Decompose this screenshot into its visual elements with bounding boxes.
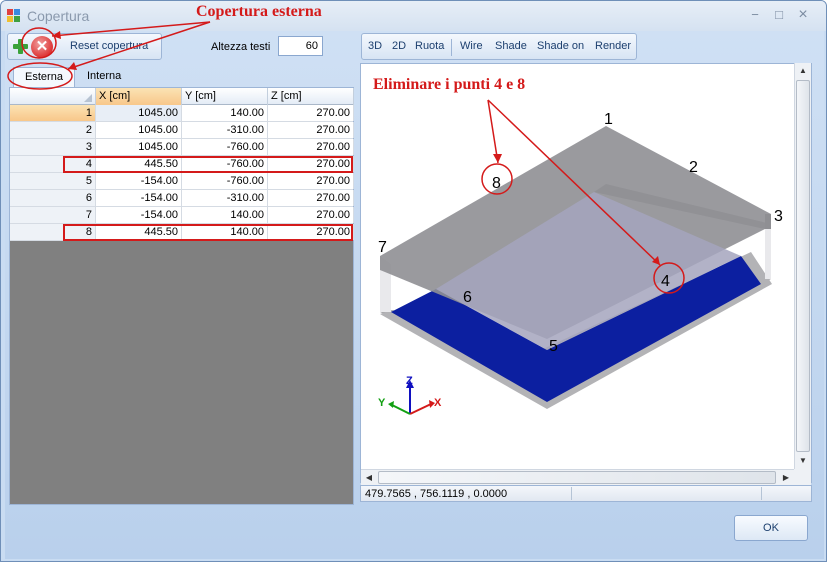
ruota-button[interactable]: Ruota bbox=[415, 40, 444, 52]
row-number-cell[interactable]: 5 bbox=[10, 173, 96, 189]
wire-button[interactable]: Wire bbox=[460, 40, 483, 52]
row-number-cell[interactable]: 2 bbox=[10, 122, 96, 138]
annotation-eliminare-punti: Eliminare i punti 4 e 8 bbox=[373, 76, 526, 93]
grid-header: X [cm] Y [cm] Z [cm] bbox=[10, 88, 354, 105]
altezza-testi-label: Altezza testi bbox=[211, 41, 271, 53]
y-cell[interactable]: -760.00 bbox=[182, 139, 268, 155]
x-cell[interactable]: -154.00 bbox=[96, 207, 182, 223]
row-number-cell[interactable]: 7 bbox=[10, 207, 96, 223]
z-cell[interactable]: 270.00 bbox=[268, 139, 354, 155]
row-number-cell[interactable]: 3 bbox=[10, 139, 96, 155]
row-8-highlight bbox=[63, 224, 353, 241]
status-separator bbox=[761, 487, 762, 500]
vertical-scrollbar[interactable]: ▲ ▼ bbox=[794, 63, 811, 469]
table-row[interactable]: 1 1045.00 140.00 270.00 bbox=[10, 105, 354, 122]
delete-point-icon[interactable]: ✕ bbox=[31, 36, 53, 58]
y-cell[interactable]: -310.00 bbox=[182, 122, 268, 138]
roof-edge bbox=[765, 214, 771, 229]
horizontal-scrollbar[interactable]: ◀ ▶ bbox=[361, 469, 794, 485]
ok-button[interactable]: OK bbox=[734, 515, 808, 541]
app-icon bbox=[7, 9, 21, 23]
add-point-icon[interactable] bbox=[12, 38, 28, 54]
y-cell[interactable]: -310.00 bbox=[182, 190, 268, 206]
column-header-y[interactable]: Y [cm] bbox=[182, 88, 268, 105]
scroll-corner bbox=[794, 469, 811, 485]
window-title: Copertura bbox=[27, 8, 90, 24]
axis-triad-icon: Z X Y bbox=[378, 375, 442, 415]
point-label: 3 bbox=[774, 208, 783, 225]
edit-toolbar: ✕ Reset copertura bbox=[7, 33, 162, 60]
point-label: 6 bbox=[463, 289, 472, 306]
row-4-highlight bbox=[63, 156, 353, 173]
scroll-right-icon[interactable]: ▶ bbox=[778, 470, 794, 486]
y-cell[interactable]: 140.00 bbox=[182, 105, 268, 121]
point-label: 7 bbox=[378, 239, 387, 256]
view-2d-button[interactable]: 2D bbox=[392, 40, 406, 52]
point-label: 4 bbox=[661, 273, 670, 290]
render-button[interactable]: Render bbox=[595, 40, 631, 52]
tab-interna[interactable]: Interna bbox=[81, 67, 127, 87]
z-cell[interactable]: 270.00 bbox=[268, 122, 354, 138]
cursor-coordinates: 479.7565 , 756.1119 , 0.0000 bbox=[365, 488, 508, 500]
y-cell[interactable]: 140.00 bbox=[182, 207, 268, 223]
altezza-testi-input[interactable]: 60 bbox=[278, 36, 323, 56]
axis-z-label: Z bbox=[406, 375, 413, 387]
reset-copertura-button[interactable]: Reset copertura bbox=[56, 37, 156, 56]
minimize-button[interactable]: − bbox=[746, 7, 764, 23]
x-cell[interactable]: 1045.00 bbox=[96, 105, 182, 121]
y-cell[interactable]: -760.00 bbox=[182, 173, 268, 189]
vertical-scroll-thumb[interactable] bbox=[796, 80, 810, 452]
shade-on-button[interactable]: Shade on bbox=[537, 40, 584, 52]
z-cell[interactable]: 270.00 bbox=[268, 173, 354, 189]
maximize-button[interactable]: □ bbox=[770, 7, 788, 23]
status-separator bbox=[571, 487, 572, 500]
z-cell[interactable]: 270.00 bbox=[268, 207, 354, 223]
title-bar[interactable]: Copertura − □ × bbox=[1, 1, 826, 31]
scroll-up-icon[interactable]: ▲ bbox=[795, 63, 811, 79]
x-cell[interactable]: 1045.00 bbox=[96, 122, 182, 138]
view-3d-button[interactable]: 3D bbox=[368, 40, 382, 52]
scroll-down-icon[interactable]: ▼ bbox=[795, 453, 811, 469]
tab-strip: Esterna Interna bbox=[9, 65, 355, 87]
z-cell[interactable]: 270.00 bbox=[268, 105, 354, 121]
table-row[interactable]: 2 1045.00 -310.00 270.00 bbox=[10, 122, 354, 139]
wall-right bbox=[765, 224, 771, 279]
scroll-left-icon[interactable]: ◀ bbox=[361, 470, 377, 486]
column-header-x[interactable]: X [cm] bbox=[96, 88, 182, 105]
dialog-content: ✕ Reset copertura Altezza testi 60 Ester… bbox=[5, 31, 824, 559]
points-grid: X [cm] Y [cm] Z [cm] 1 1045.00 140.00 270.0… bbox=[9, 87, 354, 505]
point-label: 2 bbox=[689, 159, 698, 176]
horizontal-scroll-thumb[interactable] bbox=[378, 471, 776, 484]
row-number-cell[interactable]: 6 bbox=[10, 190, 96, 206]
axis-x-label: X bbox=[434, 397, 442, 409]
column-header-z[interactable]: Z [cm] bbox=[268, 88, 354, 105]
view-toolbar: 3D 2D Ruota Wire Shade Shade on Render bbox=[361, 33, 637, 60]
grid-corner-cell[interactable] bbox=[10, 88, 96, 105]
point-label: 8 bbox=[492, 175, 501, 192]
table-row[interactable]: 5 -154.00 -760.00 270.00 bbox=[10, 173, 354, 190]
table-row[interactable]: 7 -154.00 140.00 270.00 bbox=[10, 207, 354, 224]
status-bar: 479.7565 , 756.1119 , 0.0000 bbox=[360, 485, 812, 502]
x-cell[interactable]: -154.00 bbox=[96, 190, 182, 206]
row-number-cell[interactable]: 1 bbox=[10, 105, 96, 121]
table-row[interactable]: 6 -154.00 -310.00 270.00 bbox=[10, 190, 354, 207]
table-row[interactable]: 3 1045.00 -760.00 270.00 bbox=[10, 139, 354, 156]
annotation-copertura-esterna: Copertura esterna bbox=[196, 3, 322, 20]
z-cell[interactable]: 270.00 bbox=[268, 190, 354, 206]
3d-viewport[interactable]: 1 2 3 4 5 6 7 8 Z X Y bbox=[360, 63, 812, 483]
close-button[interactable]: × bbox=[794, 7, 812, 23]
shade-button[interactable]: Shade bbox=[495, 40, 527, 52]
toolbar-separator bbox=[451, 39, 452, 56]
point-label: 1 bbox=[604, 111, 613, 128]
x-cell[interactable]: -154.00 bbox=[96, 173, 182, 189]
tab-esterna[interactable]: Esterna bbox=[13, 67, 75, 87]
x-cell[interactable]: 1045.00 bbox=[96, 139, 182, 155]
axis-y-label: Y bbox=[378, 397, 386, 409]
3d-model-view: 1 2 3 4 5 6 7 8 Z X Y bbox=[378, 111, 783, 415]
point-label: 5 bbox=[549, 338, 558, 355]
